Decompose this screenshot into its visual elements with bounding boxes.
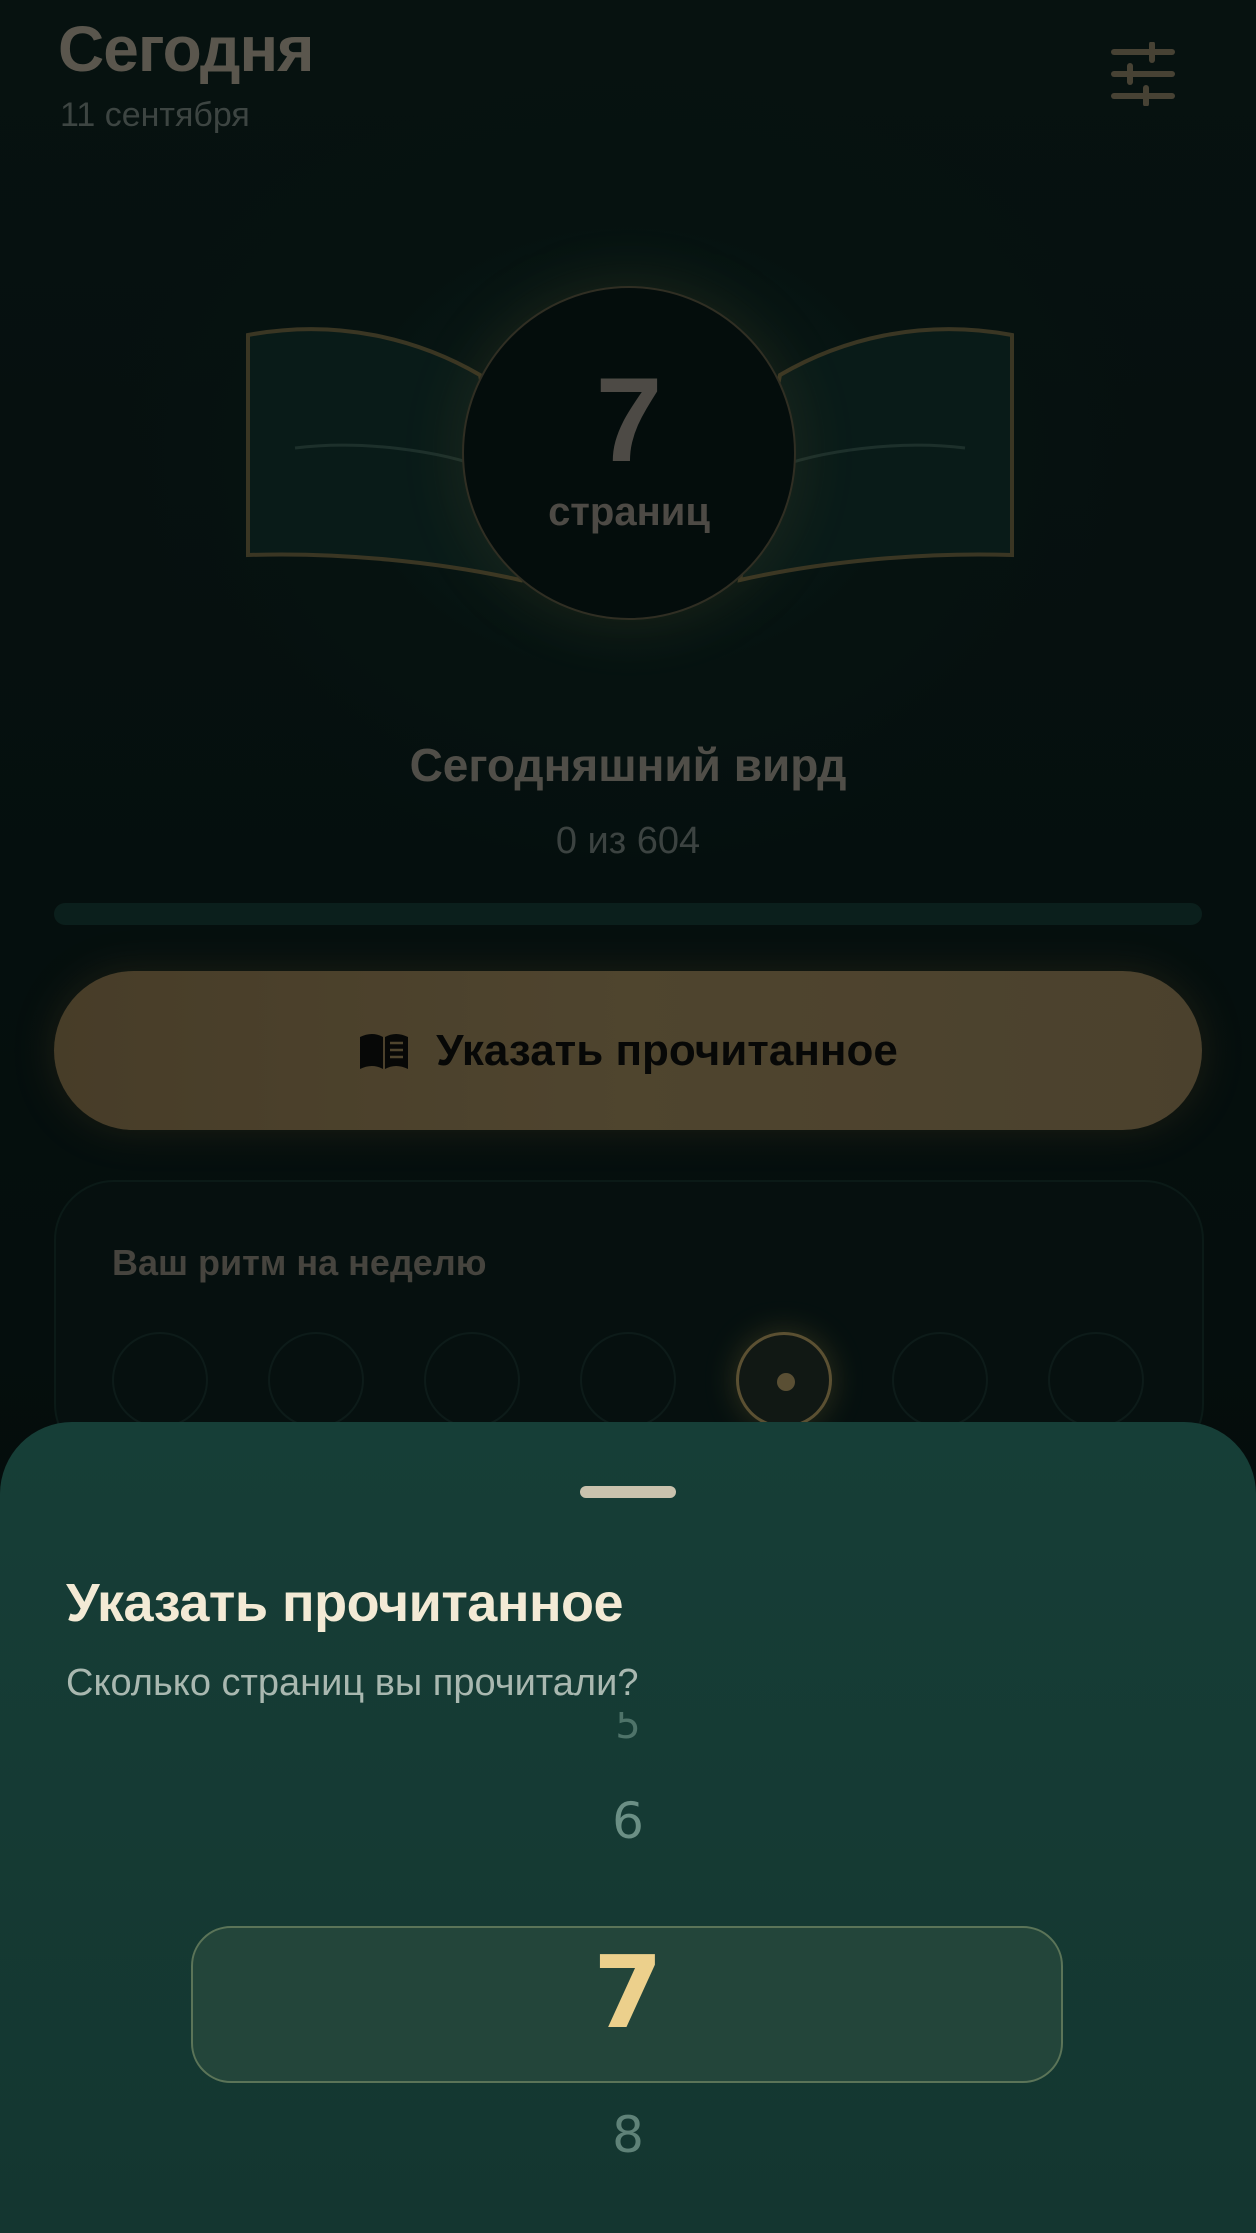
sheet-drag-handle[interactable]: [580, 1486, 676, 1498]
week-day-4[interactable]: [580, 1332, 676, 1428]
vird-progress-text: 0 из 604: [555, 820, 701, 862]
week-day-1[interactable]: [112, 1332, 208, 1428]
picker-selected-value[interactable]: 7: [0, 1934, 1256, 2051]
week-day-7[interactable]: [1048, 1332, 1144, 1428]
sliders-icon: [1111, 41, 1175, 107]
picker-option[interactable]: 5: [0, 1712, 1256, 1742]
log-reading-sheet: Указать прочитанное Сколько страниц вы п…: [0, 1422, 1256, 2233]
sheet-title: Указать прочитанное: [66, 1573, 624, 1633]
settings-button[interactable]: [1108, 41, 1178, 107]
pages-unit-label: страниц: [548, 490, 710, 534]
log-reading-label: Указать прочитанное: [436, 1025, 898, 1075]
week-day-today[interactable]: [736, 1332, 832, 1428]
weekly-rhythm-title: Ваш ритм на неделю: [112, 1242, 487, 1283]
today-screen: Сегодня 11 сентября 7 страниц Сегодняшни…: [0, 0, 1256, 2233]
current-date: 11 сентября: [60, 96, 250, 134]
vird-title: Сегодняшний вирд: [409, 739, 847, 791]
log-reading-button[interactable]: Указать прочитанное: [54, 971, 1202, 1130]
pages-picker[interactable]: 5 6 7 8: [0, 1712, 1256, 2233]
picker-option[interactable]: 8: [0, 2106, 1256, 2164]
book-icon: [360, 1033, 409, 1069]
vird-progress-bar: [54, 903, 1202, 925]
week-day-3[interactable]: [424, 1332, 520, 1428]
pages-count: 7: [595, 353, 663, 487]
page-title: Сегодня: [58, 13, 314, 85]
picker-option[interactable]: 6: [0, 1792, 1256, 1850]
sheet-subtitle: Сколько страниц вы прочитали?: [66, 1662, 639, 1704]
week-day-6[interactable]: [892, 1332, 988, 1428]
week-day-2[interactable]: [268, 1332, 364, 1428]
